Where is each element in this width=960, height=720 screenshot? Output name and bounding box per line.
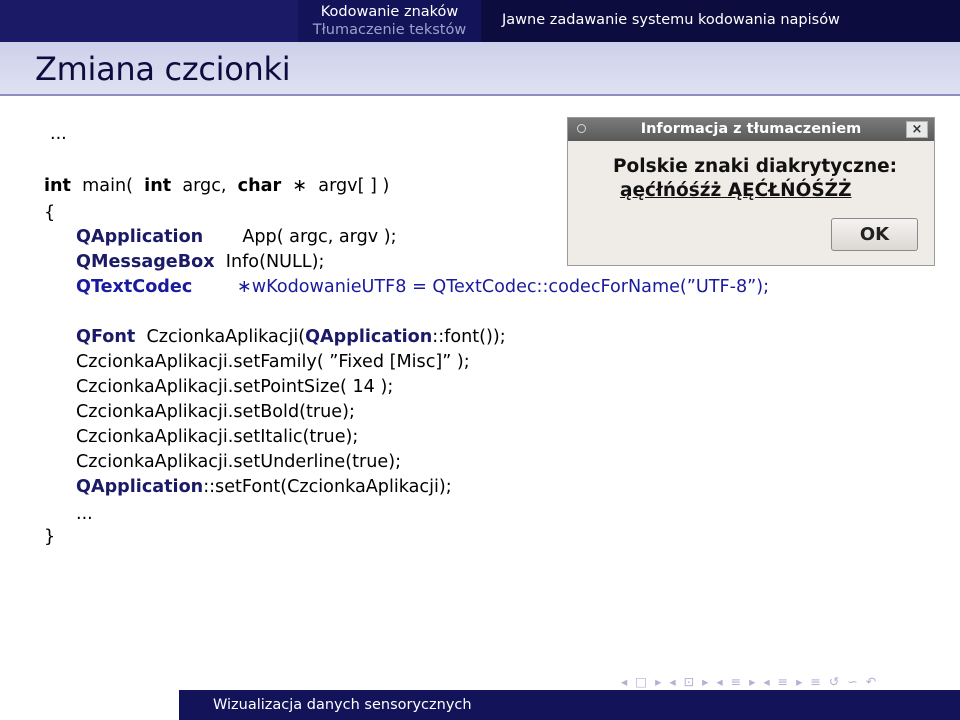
nav-section-icon[interactable]: ≡: [731, 674, 741, 689]
nav-back-icon[interactable]: ↺: [829, 674, 839, 689]
page-title: Zmiana czcionki: [35, 50, 291, 88]
footer-title: Wizualizacja danych sensorycznych: [213, 697, 472, 713]
code-line-setbold: CzcionkaAplikacji.setBold(true);: [76, 402, 355, 422]
nav-prev-section-icon[interactable]: ◂: [716, 674, 722, 689]
nav-appendix-icon[interactable]: ≡: [810, 674, 820, 689]
message-dialog: Informacja z tłumaczeniem × Polskie znak…: [567, 117, 935, 266]
code-line-qtextcodec: QTextCodec ∗wKodowanieUTF8 = QTextCodec:…: [76, 277, 770, 297]
nav-next-doc-icon[interactable]: ▸: [796, 674, 802, 689]
code-line-qmessagebox: QMessageBox Info(NULL);: [76, 252, 325, 272]
code-line-ellipsis-top: ...: [50, 124, 67, 144]
nav-prev-doc-icon[interactable]: ◂: [763, 674, 769, 689]
nav-next-section-icon[interactable]: ▸: [749, 674, 755, 689]
nav-subsection-label[interactable]: Jawne zadawanie systemu kodowania napisó…: [502, 12, 840, 28]
nav-subsection-panel[interactable]: Jawne zadawanie systemu kodowania napisó…: [481, 0, 960, 42]
nav-section-current[interactable]: Kodowanie znaków: [298, 3, 481, 21]
nav-section-subsection[interactable]: Tłumaczenie tekstów: [298, 21, 481, 39]
dialog-title: Informacja z tłumaczeniem: [640, 121, 862, 137]
dialog-message-line1: Polskie znaki diakrytyczne:: [613, 156, 898, 177]
code-line-setfont: QApplication::setFont(CzcionkaAplikacji)…: [76, 477, 452, 497]
code-line-setfamily: CzcionkaAplikacji.setFamily( ”Fixed [Mis…: [76, 352, 470, 372]
slide-title-bar: Zmiana czcionki: [0, 42, 960, 96]
code-line-ellipsis-bottom: ...: [76, 504, 93, 524]
code-line-qfont: QFont CzcionkaAplikacji(QApplication::fo…: [76, 327, 506, 347]
beamer-navigation-symbols: ◂ □ ▸ ◂ ⊡ ▸ ◂ ≡ ▸ ◂ ≡ ▸ ≡ ↺ ∽ ↶: [621, 674, 951, 690]
code-line-setpointsize: CzcionkaAplikacji.setPointSize( 14 );: [76, 377, 394, 397]
nav-subsection-icon[interactable]: ⊡: [684, 674, 694, 689]
top-navigation: Kodowanie znaków Tłumaczenie tekstów Jaw…: [0, 0, 960, 42]
close-icon[interactable]: ×: [906, 121, 928, 138]
nav-forward-icon[interactable]: ↶: [866, 674, 876, 689]
nav-search-icon[interactable]: ∽: [847, 674, 857, 689]
code-line-qapplication: QApplication App( argc, argv );: [76, 227, 397, 247]
dialog-message-line2: ąęćłńóśźż ĄĘĆŁŃÓŚŹŻ: [620, 180, 852, 201]
footer-left: [0, 690, 179, 720]
nav-prev-subsection-icon[interactable]: ◂: [669, 674, 675, 689]
window-menu-icon[interactable]: [577, 124, 586, 133]
code-line-close-brace: }: [44, 527, 56, 547]
code-line-setunderline: CzcionkaAplikacji.setUnderline(true);: [76, 452, 401, 472]
code-line-main: int main( int argc, char ∗ argv[ ] ): [44, 176, 390, 196]
code-line-open-brace: {: [44, 203, 56, 223]
ok-button[interactable]: OK: [831, 218, 918, 251]
footer: Wizualizacja danych sensorycznych: [0, 690, 960, 720]
dialog-titlebar: Informacja z tłumaczeniem ×: [568, 118, 934, 141]
nav-next-frame-icon[interactable]: ▸: [655, 674, 661, 689]
nav-doc-icon[interactable]: ≡: [778, 674, 788, 689]
nav-section-panel[interactable]: Kodowanie znaków Tłumaczenie tekstów: [298, 0, 481, 42]
code-line-setitalic: CzcionkaAplikacji.setItalic(true);: [76, 427, 359, 447]
nav-prev-frame-icon[interactable]: ◂: [621, 674, 627, 689]
nav-left-panel: [0, 0, 298, 42]
nav-frame-icon[interactable]: □: [635, 674, 647, 689]
nav-next-subsection-icon[interactable]: ▸: [702, 674, 708, 689]
